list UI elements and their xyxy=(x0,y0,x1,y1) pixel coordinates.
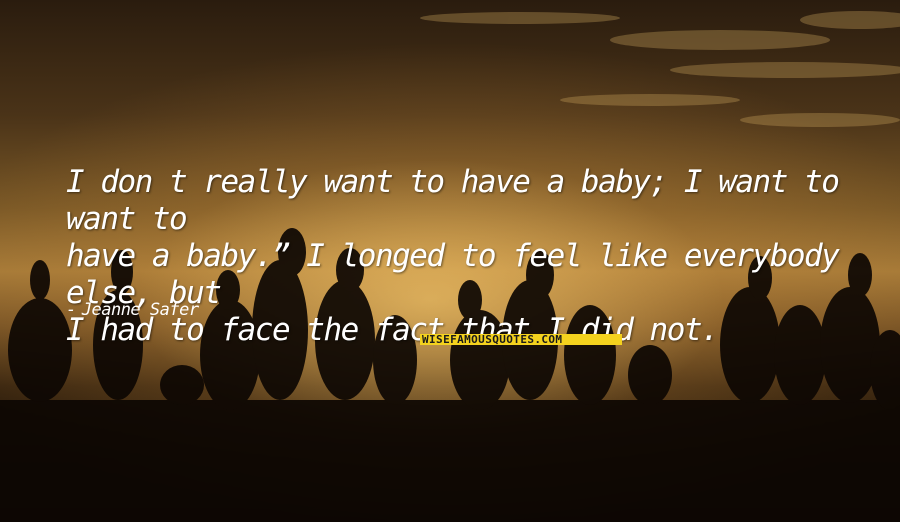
watermark-text: WISEFAMOUSQUOTES.COM xyxy=(422,334,563,345)
quote-image: I don t really want to have a baby; I wa… xyxy=(0,0,900,522)
watermark-logo: WISEFAMOUSQUOTES.COM xyxy=(420,334,622,345)
quote-author: - Jeanne Safer xyxy=(66,300,199,320)
author-name: Jeanne Safer xyxy=(81,300,199,320)
author-dash: - xyxy=(66,300,76,320)
quote-text: I don t really want to have a baby; I wa… xyxy=(66,164,840,348)
